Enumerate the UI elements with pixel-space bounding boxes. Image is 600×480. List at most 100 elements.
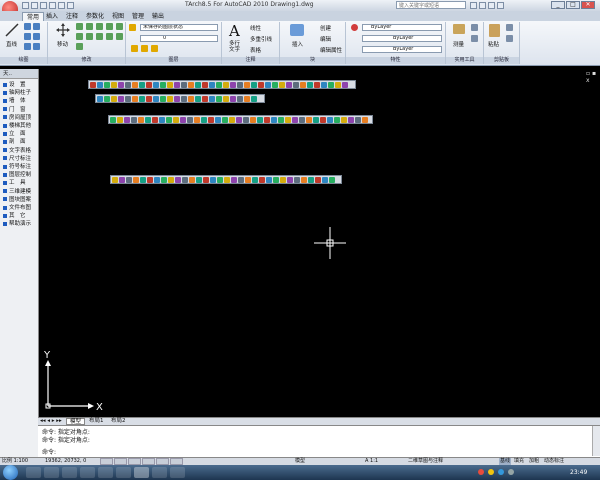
toolbar-button-icon[interactable] bbox=[242, 117, 249, 123]
toolbar-button-icon[interactable] bbox=[145, 96, 152, 102]
search-icon[interactable] bbox=[470, 2, 477, 9]
toolbar-button-icon[interactable] bbox=[194, 82, 201, 88]
toolbar-button-icon[interactable] bbox=[333, 117, 340, 123]
toolbar-button-icon[interactable] bbox=[188, 177, 195, 183]
toolbar-button-icon[interactable] bbox=[251, 177, 258, 183]
toolbar-button-icon[interactable] bbox=[249, 117, 256, 123]
toolbar-button-icon[interactable] bbox=[145, 82, 152, 88]
favorites-icon[interactable] bbox=[488, 2, 495, 9]
toolbar-button-icon[interactable] bbox=[272, 177, 279, 183]
toolbar-button-icon[interactable] bbox=[132, 177, 139, 183]
move-tool-icon[interactable] bbox=[56, 23, 70, 37]
cut-icon[interactable] bbox=[506, 24, 513, 31]
toolbar-button-icon[interactable] bbox=[299, 82, 306, 88]
toolbar-button-icon[interactable] bbox=[89, 82, 96, 88]
toolbar-button-icon[interactable] bbox=[229, 96, 236, 102]
scale-readout[interactable]: 比例 1:100 bbox=[2, 458, 28, 465]
start-button[interactable] bbox=[3, 465, 18, 480]
toolbar-button-icon[interactable] bbox=[222, 96, 229, 102]
hatch-icon[interactable] bbox=[33, 43, 40, 50]
toolbar-button-icon[interactable] bbox=[284, 117, 291, 123]
toolbar-button-icon[interactable] bbox=[313, 82, 320, 88]
multiline-text-label[interactable]: 多行 文字 bbox=[229, 41, 240, 53]
palette-item[interactable]: 文字表格 bbox=[3, 148, 37, 155]
otrack-toggle[interactable] bbox=[170, 458, 183, 465]
rotate-icon[interactable] bbox=[76, 23, 83, 30]
taskbar-explorer-icon[interactable] bbox=[44, 467, 59, 478]
taskbar-ie-icon[interactable] bbox=[26, 467, 41, 478]
toolbar-button-icon[interactable] bbox=[166, 96, 173, 102]
taskbar-media-icon[interactable] bbox=[62, 467, 77, 478]
tab-home[interactable]: 常用 bbox=[22, 12, 45, 21]
toolbar-button-icon[interactable] bbox=[173, 82, 180, 88]
toolbar-button-icon[interactable] bbox=[207, 117, 214, 123]
palette-item[interactable]: 三维建模 bbox=[3, 189, 37, 196]
tray-icon[interactable] bbox=[488, 469, 494, 475]
toolbar-button-icon[interactable] bbox=[172, 117, 179, 123]
tab-parametric[interactable]: 参数化 bbox=[82, 12, 108, 21]
undo-icon[interactable] bbox=[49, 2, 56, 9]
scale-icon[interactable] bbox=[106, 33, 113, 40]
toolbar-button-icon[interactable] bbox=[160, 177, 167, 183]
toolbar-button-icon[interactable] bbox=[229, 82, 236, 88]
toolbar-button-icon[interactable] bbox=[167, 177, 174, 183]
toolbar-button-icon[interactable] bbox=[152, 96, 159, 102]
tray-icon[interactable] bbox=[478, 469, 484, 475]
toolbar-button-icon[interactable] bbox=[138, 82, 145, 88]
palette-item[interactable]: 立 面 bbox=[3, 131, 37, 138]
toolbar-button-icon[interactable] bbox=[236, 96, 243, 102]
redo-icon[interactable] bbox=[58, 2, 65, 9]
toolbar-button-icon[interactable] bbox=[305, 117, 312, 123]
ellipse-icon[interactable] bbox=[24, 43, 31, 50]
toolbar-button-icon[interactable] bbox=[144, 117, 151, 123]
toolbar-button-icon[interactable] bbox=[354, 117, 361, 123]
toolbar-button-icon[interactable] bbox=[293, 177, 300, 183]
layer-state-dropdown[interactable]: 未保存的图层状态 bbox=[140, 24, 218, 31]
multiline-text-icon[interactable]: A bbox=[229, 22, 240, 40]
viewport-controls[interactable]: ▫ ▪ x bbox=[586, 70, 598, 84]
layer-lock-icon[interactable] bbox=[141, 45, 148, 52]
taskbar-app-icon[interactable] bbox=[152, 467, 167, 478]
toolbar-button-icon[interactable] bbox=[235, 117, 242, 123]
toolbar-button-icon[interactable] bbox=[223, 177, 230, 183]
floating-toolbar-4[interactable] bbox=[110, 175, 342, 184]
open-file-icon[interactable] bbox=[31, 2, 38, 9]
toolbar-button-icon[interactable] bbox=[298, 117, 305, 123]
toolbar-button-icon[interactable] bbox=[265, 177, 272, 183]
edit-block-button[interactable]: 编辑 bbox=[320, 35, 331, 43]
toolbar-button-icon[interactable] bbox=[159, 96, 166, 102]
palette-item[interactable]: 门 窗 bbox=[3, 107, 37, 114]
palette-item[interactable]: 墙 体 bbox=[3, 98, 37, 105]
toolbar-button-icon[interactable] bbox=[236, 82, 243, 88]
toolbar-button-icon[interactable] bbox=[292, 82, 299, 88]
layout-nav-arrows[interactable]: ◂◂ ◂ ▸ ▸▸ bbox=[40, 418, 62, 425]
toolbar-button-icon[interactable] bbox=[279, 177, 286, 183]
command-scrollbar[interactable] bbox=[592, 426, 600, 456]
toolbar-button-icon[interactable] bbox=[326, 117, 333, 123]
tab-layout1[interactable]: 布局1 bbox=[86, 418, 107, 425]
volume-icon[interactable] bbox=[508, 469, 514, 475]
toolbar-button-icon[interactable] bbox=[270, 117, 277, 123]
palette-item[interactable]: 房间屋顶 bbox=[3, 115, 37, 122]
new-file-icon[interactable] bbox=[22, 2, 29, 9]
trim-icon[interactable] bbox=[86, 23, 93, 30]
palette-item[interactable]: 工 具 bbox=[3, 180, 37, 187]
help-icon[interactable] bbox=[497, 2, 504, 9]
minimize-button[interactable]: _ bbox=[551, 1, 565, 9]
toolbar-button-icon[interactable] bbox=[285, 82, 292, 88]
toolbar-button-icon[interactable] bbox=[117, 96, 124, 102]
toolbar-button-icon[interactable] bbox=[312, 117, 319, 123]
line-tool-icon[interactable] bbox=[5, 23, 19, 37]
quick-select-icon[interactable] bbox=[471, 24, 478, 31]
toolbar-button-icon[interactable] bbox=[152, 82, 159, 88]
tab-output[interactable]: 输出 bbox=[148, 12, 168, 21]
taskbar-app-icon[interactable] bbox=[98, 467, 113, 478]
array-icon[interactable] bbox=[116, 33, 123, 40]
toolbar-button-icon[interactable] bbox=[180, 96, 187, 102]
tab-model[interactable]: 模型 bbox=[66, 418, 86, 425]
floating-toolbar-3[interactable] bbox=[108, 115, 373, 124]
toolbar-button-icon[interactable] bbox=[307, 177, 314, 183]
toolbar-button-icon[interactable] bbox=[193, 117, 200, 123]
toolbar-button-icon[interactable] bbox=[250, 96, 257, 102]
floating-toolbar-2[interactable] bbox=[95, 94, 265, 103]
